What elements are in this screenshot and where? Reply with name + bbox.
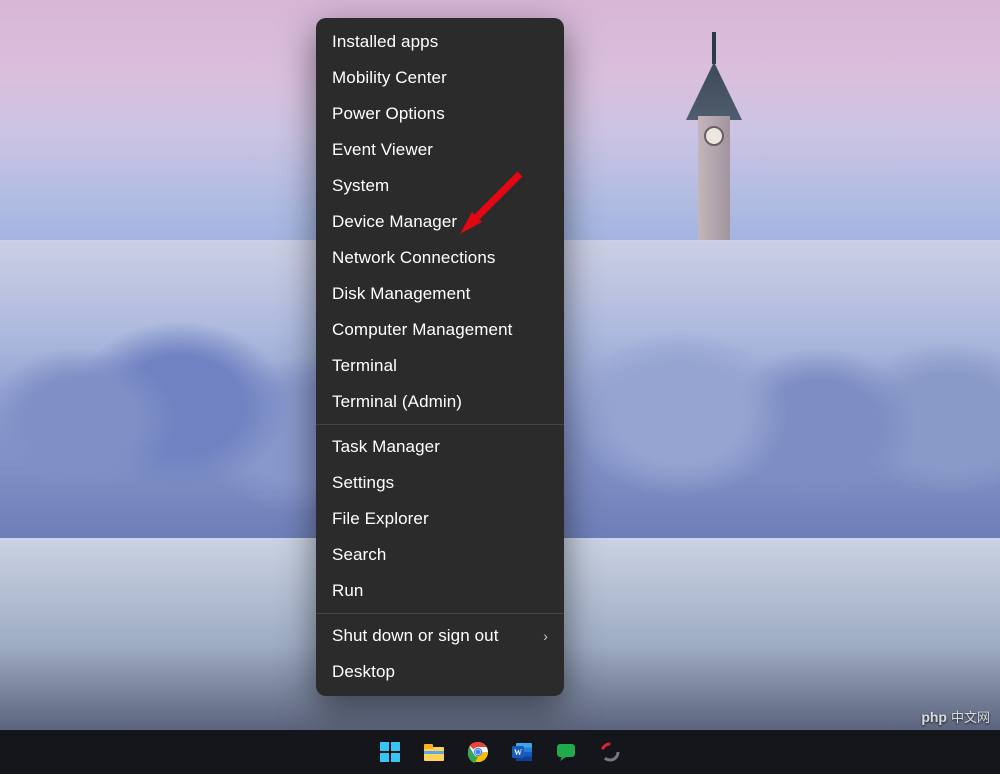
menu-item-installed-apps[interactable]: Installed apps	[316, 24, 564, 60]
taskbar: W	[0, 730, 1000, 774]
menu-item-file-explorer[interactable]: File Explorer	[316, 501, 564, 537]
watermark-brand: php	[921, 709, 947, 725]
chrome-icon[interactable]	[466, 740, 490, 764]
menu-item-label: Desktop	[332, 662, 395, 682]
spinner-icon[interactable]	[598, 740, 622, 764]
menu-item-label: Computer Management	[332, 320, 513, 340]
menu-item-device-manager[interactable]: Device Manager	[316, 204, 564, 240]
menu-item-search[interactable]: Search	[316, 537, 564, 573]
menu-item-label: Terminal	[332, 356, 397, 376]
winx-context-menu: Installed apps Mobility Center Power Opt…	[316, 18, 564, 696]
clock-tower	[690, 36, 738, 266]
watermark-text: 中文网	[951, 707, 990, 726]
start-icon[interactable]	[378, 740, 402, 764]
chat-icon[interactable]	[554, 740, 578, 764]
menu-item-label: Installed apps	[332, 32, 438, 52]
menu-item-desktop[interactable]: Desktop	[316, 654, 564, 690]
word-icon[interactable]: W	[510, 740, 534, 764]
menu-item-label: Disk Management	[332, 284, 471, 304]
menu-item-label: Device Manager	[332, 212, 457, 232]
menu-item-label: Settings	[332, 473, 394, 493]
menu-separator	[316, 613, 564, 614]
menu-item-network-connections[interactable]: Network Connections	[316, 240, 564, 276]
menu-item-disk-management[interactable]: Disk Management	[316, 276, 564, 312]
menu-item-power-options[interactable]: Power Options	[316, 96, 564, 132]
menu-item-settings[interactable]: Settings	[316, 465, 564, 501]
menu-item-label: Event Viewer	[332, 140, 433, 160]
menu-item-shut-down-sign-out[interactable]: Shut down or sign out ›	[316, 618, 564, 654]
menu-item-label: Search	[332, 545, 386, 565]
menu-item-task-manager[interactable]: Task Manager	[316, 429, 564, 465]
menu-item-label: Power Options	[332, 104, 445, 124]
menu-item-label: Run	[332, 581, 364, 601]
menu-item-label: Mobility Center	[332, 68, 447, 88]
chevron-right-icon: ›	[543, 628, 548, 644]
file-explorer-icon[interactable]	[422, 740, 446, 764]
menu-separator	[316, 424, 564, 425]
menu-item-label: System	[332, 176, 389, 196]
menu-item-label: File Explorer	[332, 509, 429, 529]
menu-item-terminal-admin[interactable]: Terminal (Admin)	[316, 384, 564, 420]
menu-item-label: Task Manager	[332, 437, 440, 457]
menu-item-terminal[interactable]: Terminal	[316, 348, 564, 384]
watermark: php 中文网	[921, 707, 990, 726]
menu-item-computer-management[interactable]: Computer Management	[316, 312, 564, 348]
menu-item-run[interactable]: Run	[316, 573, 564, 609]
svg-text:W: W	[514, 748, 522, 757]
menu-item-mobility-center[interactable]: Mobility Center	[316, 60, 564, 96]
menu-item-label: Terminal (Admin)	[332, 392, 462, 412]
menu-item-system[interactable]: System	[316, 168, 564, 204]
menu-item-event-viewer[interactable]: Event Viewer	[316, 132, 564, 168]
menu-item-label: Shut down or sign out	[332, 626, 499, 646]
menu-item-label: Network Connections	[332, 248, 495, 268]
